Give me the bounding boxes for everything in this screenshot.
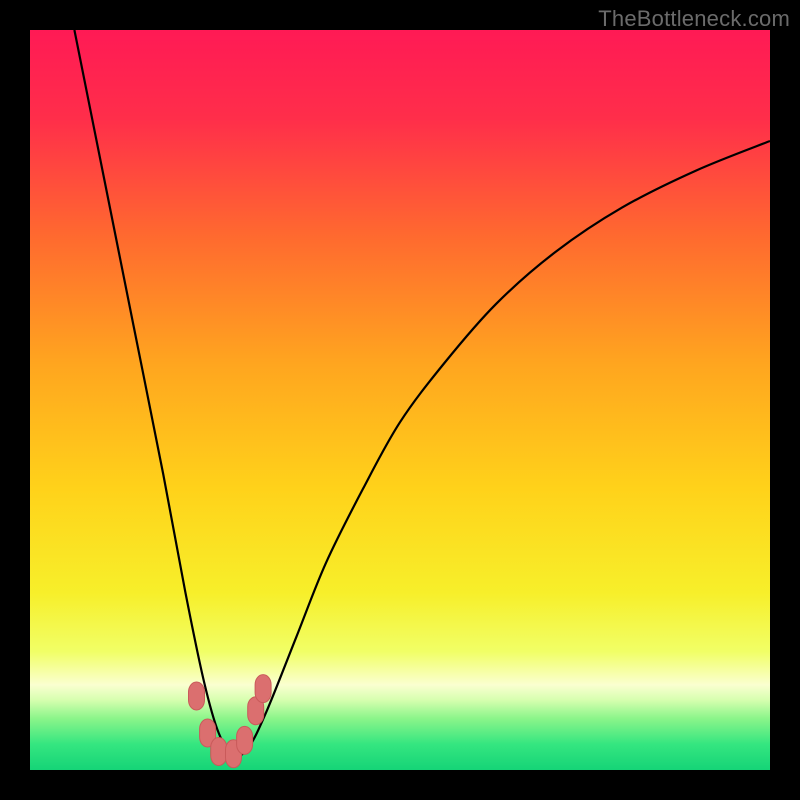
watermark-text: TheBottleneck.com [598, 6, 790, 32]
curve-marker [237, 726, 253, 754]
curve-marker [189, 682, 205, 710]
chart-frame: TheBottleneck.com [0, 0, 800, 800]
bottleneck-curve [74, 30, 770, 756]
plot-area [30, 30, 770, 770]
marker-group [189, 675, 272, 768]
curve-marker [255, 675, 271, 703]
curve-marker [211, 738, 227, 766]
curve-layer [30, 30, 770, 770]
